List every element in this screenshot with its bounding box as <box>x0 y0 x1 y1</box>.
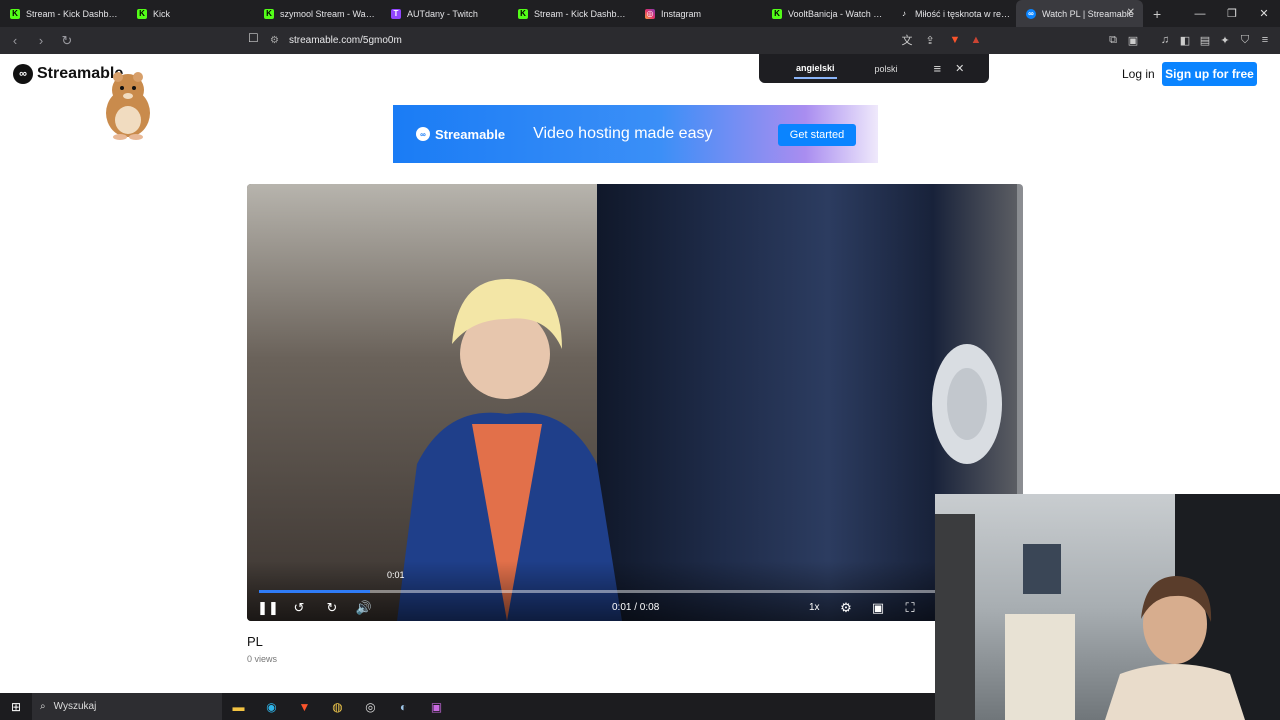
chrome-icon[interactable]: ◍ <box>321 693 354 720</box>
forward-icon[interactable]: › <box>30 30 52 52</box>
hamster-sticker <box>106 72 150 140</box>
tab-kick-dashboard[interactable]: K Stream - Kick Dashboard <box>0 0 127 27</box>
new-tab-button[interactable]: + <box>1153 6 1173 22</box>
vpn-icon[interactable]: ⛉ <box>1236 31 1254 49</box>
wallet-icon[interactable]: ▤ <box>1196 31 1214 49</box>
tab-kick-dashboard-2[interactable]: K Stream - Kick Dashboard <box>508 0 635 27</box>
tiktok-icon: ♪ <box>902 9 906 18</box>
taskbar-search[interactable]: ⌕ Wyszukaj <box>32 693 222 720</box>
reload-icon[interactable]: ↻ <box>56 30 78 52</box>
close-icon[interactable]: ✕ <box>955 62 964 75</box>
seek-progress <box>259 590 370 593</box>
kick-icon: K <box>10 8 20 19</box>
webcam-overlay <box>935 494 1280 720</box>
webcam-person <box>1105 576 1245 720</box>
windows-start-icon[interactable]: ⊞ <box>0 693 32 720</box>
banner-logo: ∞ Streamable <box>416 127 505 142</box>
rewards-icon[interactable]: ▲ <box>967 31 985 49</box>
banner-tagline: Video hosting made easy <box>533 125 713 142</box>
sidebar-icon[interactable]: ◧ <box>1176 31 1194 49</box>
obs-icon[interactable]: ◎ <box>354 693 387 720</box>
kick-icon: K <box>137 8 147 19</box>
browser-toolbar: ‹ › ↻ ☐ ⚙ streamable.com/5gmo0m 文 ⇪ ▼ ▲ … <box>0 27 1280 54</box>
bookmark-icon[interactable]: ☐ <box>248 31 259 45</box>
screenshot-icon[interactable]: ▣ <box>1124 31 1142 49</box>
streamable-icon: ∞ <box>1026 8 1036 19</box>
kick-icon: K <box>772 8 782 19</box>
steam-icon[interactable]: ◐ <box>387 693 420 720</box>
pip-icon[interactable]: ▣ <box>868 599 888 617</box>
settings-icon[interactable]: ⚙ <box>836 599 856 617</box>
video-fan <box>932 344 1002 464</box>
webcam-poster <box>1023 544 1061 594</box>
get-started-button[interactable]: Get started <box>778 124 856 146</box>
video-title: PL <box>247 634 263 649</box>
instagram-icon: ◎ <box>645 8 655 19</box>
menu-icon[interactable]: ≡ <box>1256 31 1274 49</box>
forward-skip-icon[interactable]: ↻ <box>322 599 342 617</box>
back-icon[interactable]: ‹ <box>4 30 26 52</box>
seek-tooltip: 0:01 <box>387 570 405 580</box>
tab-instagram[interactable]: ◎ Instagram <box>635 0 762 27</box>
webcam-shelf <box>1005 614 1075 720</box>
playback-speed[interactable]: 1x <box>809 602 820 613</box>
twitch-icon: T <box>391 8 401 19</box>
translate-popup: angielski polski ≡ ✕ <box>759 54 989 83</box>
volume-icon[interactable]: 🔊 <box>354 599 374 617</box>
file-explorer-icon[interactable]: ▬ <box>222 693 255 720</box>
kick-icon: K <box>264 8 274 19</box>
address-bar[interactable]: ⚙ streamable.com/5gmo0m <box>270 30 990 51</box>
maximize-icon[interactable]: ❐ <box>1216 0 1248 27</box>
tab-twitch[interactable]: T AUTdany - Twitch <box>381 0 508 27</box>
streamable-logo-icon: ∞ <box>416 127 430 141</box>
pause-icon[interactable]: ❚❚ <box>257 599 279 617</box>
brave-shields-icon[interactable]: ▼ <box>946 31 964 49</box>
webcam-door <box>935 514 975 720</box>
close-tab-icon[interactable]: ✕ <box>1127 7 1135 18</box>
extensions-icon[interactable]: ⧉ <box>1104 31 1122 49</box>
login-link[interactable]: Log in <box>1122 67 1155 81</box>
browser-tab-strip: K Stream - Kick Dashboard K Kick Kszymool … <box>0 0 1280 27</box>
search-icon: ⌕ <box>40 701 46 712</box>
media-icon[interactable]: ♫ <box>1156 31 1174 49</box>
player-controls: 0:01 ❚❚ ↺ ↻ 🔊 0:01 / 0:08 1x ⚙ ▣ ⛶ <box>247 561 1023 621</box>
target-language-tab[interactable]: polski <box>875 64 898 74</box>
tab-tiktok[interactable]: ♪ Miłość i tęsknota w relacji <box>889 0 1016 27</box>
tab-streamable-active[interactable]: ∞ Watch PL | Streamable ✕ <box>1016 0 1143 27</box>
time-readout: 0:01 / 0:08 <box>612 602 660 613</box>
fullscreen-icon[interactable]: ⛶ <box>900 599 920 617</box>
video-player[interactable]: 0:01 ❚❚ ↺ ↻ 🔊 0:01 / 0:08 1x ⚙ ▣ ⛶ <box>247 184 1023 621</box>
view-count: 0 views <box>247 654 278 664</box>
source-language-tab[interactable]: angielski <box>794 59 837 79</box>
url-text: streamable.com/5gmo0m <box>288 35 402 46</box>
tab-voolt-clips[interactable]: K VooltBanicja - Watch clips <box>762 0 889 27</box>
seek-bar[interactable] <box>259 590 1011 593</box>
site-info-icon[interactable]: ⚙ <box>270 35 279 46</box>
edge-icon[interactable]: ◉ <box>255 693 288 720</box>
streamable-logo-icon: ∞ <box>13 64 33 84</box>
window-controls: — ❐ ✕ <box>1184 0 1280 27</box>
signup-button[interactable]: Sign up for free <box>1162 62 1257 86</box>
minimize-icon[interactable]: — <box>1184 0 1216 27</box>
share-icon[interactable]: ⇪ <box>921 31 939 49</box>
app-icon[interactable]: ▣ <box>420 693 453 720</box>
close-window-icon[interactable]: ✕ <box>1248 0 1280 27</box>
translate-icon[interactable]: 文 <box>898 31 916 49</box>
kick-icon: K <box>518 8 528 19</box>
tab-kick[interactable]: K Kick <box>127 0 254 27</box>
windows-taskbar: ⊞ ⌕ Wyszukaj ▬ ◉ ▼ ◍ ◎ ◐ ▣ <box>0 693 935 720</box>
ad-banner[interactable]: ∞ Streamable Video hosting made easy Get … <box>393 105 878 163</box>
tab-szymool-stream[interactable]: Kszymool Stream - Watch Li <box>254 0 381 27</box>
ai-icon[interactable]: ✦ <box>1216 31 1234 49</box>
brave-icon[interactable]: ▼ <box>288 693 321 720</box>
translate-menu-icon[interactable]: ≡ <box>934 61 942 76</box>
rewind-icon[interactable]: ↺ <box>289 599 309 617</box>
